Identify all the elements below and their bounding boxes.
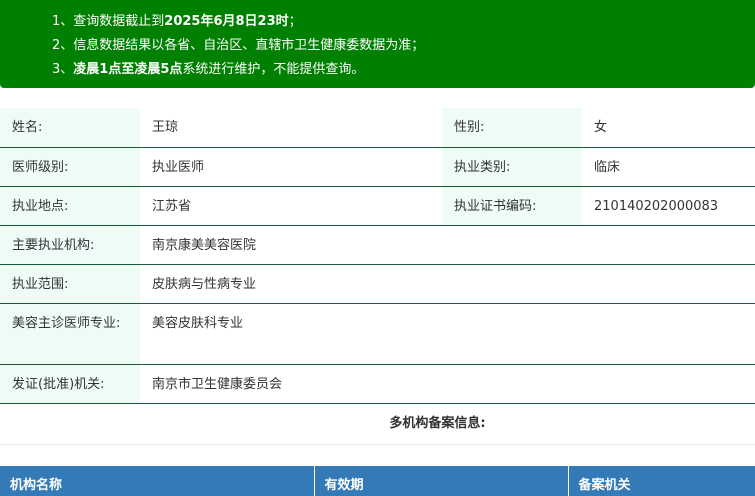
level-value: 执业医师 — [140, 147, 442, 187]
issuer-label: 发证(批准)机关: — [0, 364, 140, 404]
column-header-institution: 机构名称 — [0, 466, 315, 496]
issuer-value: 南京市卫生健康委员会 — [140, 364, 755, 404]
maintenance-window: 凌晨1点至凌晨5点 — [73, 62, 183, 77]
location-label: 执业地点: — [0, 186, 140, 226]
info-row-name: 姓名: 王琼 性别: 女 — [0, 108, 755, 148]
data-cutoff-date: 2025年6月8日23时 — [164, 14, 289, 29]
name-label: 姓名: — [0, 108, 140, 148]
gender-value: 女 — [582, 108, 755, 148]
scope-value: 皮肤病与性病专业 — [140, 264, 755, 304]
institution-label: 主要执业机构: — [0, 225, 140, 265]
info-row-institution: 主要执业机构: 南京康美美容医院 — [0, 225, 755, 265]
gender-label: 性别: — [442, 108, 582, 148]
info-row-scope: 执业范围: 皮肤病与性病专业 — [0, 264, 755, 304]
category-value: 临床 — [582, 147, 755, 187]
scope-label: 执业范围: — [0, 264, 140, 304]
cosmetic-value: 美容皮肤科专业 — [140, 303, 755, 365]
notice-line-1: 1、查询数据截止到2025年6月8日23时； — [52, 14, 302, 29]
info-row-location: 执业地点: 江苏省 执业证书编码: 210140202000083 — [0, 186, 755, 226]
name-value: 王琼 — [140, 108, 442, 148]
column-header-registrar: 备案机关 — [568, 466, 755, 496]
institution-value: 南京康美美容医院 — [140, 225, 755, 265]
location-value: 江苏省 — [140, 186, 442, 226]
info-row-level: 医师级别: 执业医师 执业类别: 临床 — [0, 147, 755, 187]
multi-institution-table: 机构名称 有效期 备案机关 — [0, 466, 755, 496]
notice-banner: 1、查询数据截止到2025年6月8日23时； 2、信息数据结果以各省、自治区、直… — [0, 0, 755, 88]
multi-institution-header-row: 机构名称 有效期 备案机关 — [0, 466, 755, 496]
column-header-validity: 有效期 — [314, 466, 569, 496]
info-row-cosmetic: 美容主诊医师专业: 美容皮肤科专业 — [0, 303, 755, 365]
multi-institution-title: 多机构备案信息: — [0, 402, 755, 445]
doctor-info-table: 姓名: 王琼 性别: 女 医师级别: 执业医师 执业类别: 临床 执业地点: 江… — [0, 108, 755, 404]
cert-value: 210140202000083 — [582, 186, 755, 226]
notice-line-2: 2、信息数据结果以各省、自治区、直辖市卫生健康委数据为准； — [52, 38, 425, 53]
category-label: 执业类别: — [442, 147, 582, 187]
cosmetic-label: 美容主诊医师专业: — [0, 303, 140, 365]
info-row-issuer: 发证(批准)机关: 南京市卫生健康委员会 — [0, 364, 755, 404]
level-label: 医师级别: — [0, 147, 140, 187]
notice-line-3: 3、凌晨1点至凌晨5点系统进行维护，不能提供查询。 — [52, 62, 365, 77]
cert-label: 执业证书编码: — [442, 186, 582, 226]
